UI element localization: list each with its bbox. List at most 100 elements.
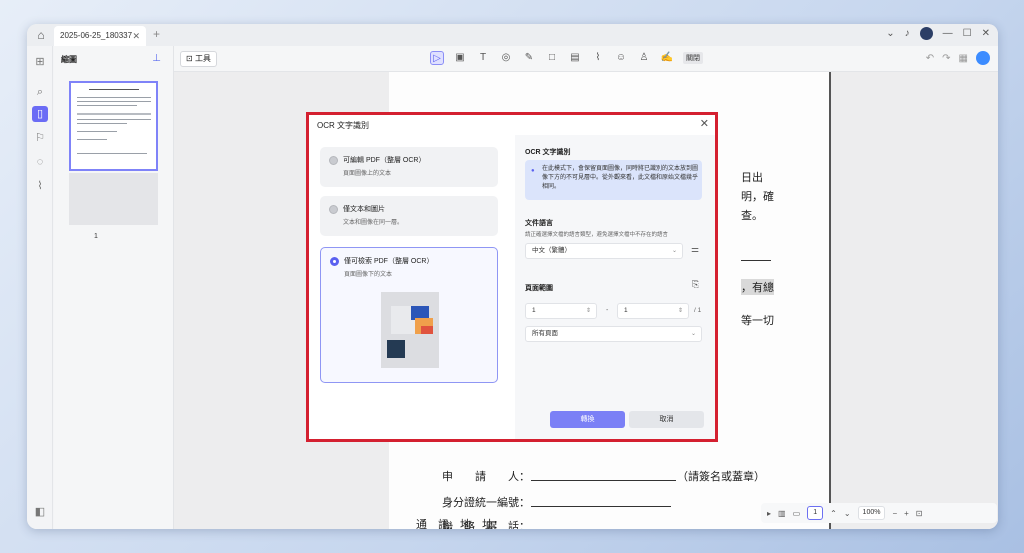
thumb-line — [77, 101, 151, 102]
page-range-icon[interactable]: ⎘ — [692, 279, 699, 290]
home-icon[interactable]: ⌂ — [33, 27, 49, 43]
stepper-icon[interactable]: ⇕ — [586, 304, 591, 318]
new-tab-button[interactable]: + — [153, 27, 160, 41]
redo-icon[interactable]: ↷ — [942, 53, 950, 64]
select-cursor-icon[interactable]: ▷ — [430, 51, 444, 65]
option-text-and-images[interactable]: 僅文本和圖片 文本和圖像在同一層。 — [320, 196, 498, 236]
language-value: 中文（繁體） — [532, 247, 571, 254]
prev-page-icon[interactable]: ⌃ — [830, 509, 837, 518]
ocr-section-title: OCR 文字識別 — [525, 149, 571, 156]
next-page-icon[interactable]: ⌄ — [844, 509, 851, 518]
bottom-nav-bar: ▸ ▥ ▭ 1 ⌃ ⌄ 100% − + ⊡ — [761, 503, 997, 523]
close-tools-button[interactable]: 關閉 — [683, 52, 703, 64]
search-icon[interactable]: ⌕ — [32, 84, 48, 100]
tools-button[interactable]: ⊡ 工具 — [180, 51, 217, 67]
pin-icon[interactable]: ⊥ — [152, 53, 161, 64]
close-icon[interactable]: ✕ — [700, 117, 709, 130]
attachment-icon[interactable]: ⌇ — [32, 178, 48, 194]
cancel-button[interactable]: 取消 — [629, 411, 704, 428]
option-title: 僅可檢索 PDF（整層 OCR） — [344, 258, 434, 265]
page-input[interactable]: 1 — [807, 506, 824, 520]
minimize-icon[interactable]: — — [943, 28, 953, 39]
info-text: 在此模式下，會保留頁面圖像，同時將已識別的文本放到圖像下方的不可見層中。從外觀來… — [542, 166, 699, 190]
pages-value: 所有頁面 — [532, 330, 558, 337]
sticker-icon[interactable]: ☺ — [614, 51, 628, 65]
highlight-icon[interactable]: ▣ — [453, 51, 467, 65]
chevron-down-icon[interactable]: ⌄ — [886, 28, 894, 39]
ocr-settings: OCR 文字識別 ● 在此模式下，會保留頁面圖像，同時將已識別的文本放到圖像下方… — [515, 135, 715, 439]
main-toolbar: ⊡ 工具 ▷ ▣ T ◎ ✎ □ ▤ ⌇ ☺ ♙ ✍ 關閉 ↶ ↷ ▦ — [174, 46, 998, 72]
signature-icon[interactable]: ✍ — [660, 51, 674, 65]
page-range-title: 頁面範圍 — [525, 285, 553, 292]
fit-page-icon[interactable]: ⊡ — [916, 509, 923, 518]
id-line — [531, 506, 671, 507]
attach-tool-icon[interactable]: ⌇ — [591, 51, 605, 65]
shape-icon[interactable]: □ — [545, 51, 559, 65]
language-select[interactable]: 中文（繁體） ⌄ — [525, 243, 683, 259]
stepper-icon[interactable]: ⇕ — [678, 304, 683, 318]
preview-red-block — [421, 326, 433, 334]
panel-toggle-icon[interactable]: ◧ — [32, 504, 48, 520]
comment-icon[interactable]: ◌ — [32, 154, 48, 170]
page-view-icon[interactable]: ▥ — [778, 509, 786, 518]
ocr-dialog: OCR 文字識別 ✕ 可編輯 PDF（整層 OCR） 頁面圖像上的文本 僅文本和… — [309, 115, 715, 439]
settings-sliders-icon[interactable]: ⚌ — [691, 244, 699, 255]
radio-icon[interactable] — [329, 205, 338, 214]
undo-icon[interactable]: ↶ — [926, 53, 934, 64]
comment-tool-icon[interactable]: ◎ — [499, 51, 513, 65]
info-icon: ● — [531, 168, 535, 174]
thumb-line — [77, 131, 117, 132]
left-rail: ⊞ ⌕ ▯ ⚐ ◌ ⌇ ◧ — [27, 46, 53, 529]
bell-icon[interactable]: ♪ — [905, 28, 910, 39]
tab-label: 2025-06-25_180337 — [60, 31, 133, 40]
preview-photo — [387, 340, 405, 358]
comment-view-icon[interactable]: ▭ — [793, 509, 801, 518]
grid-icon[interactable]: ⊞ — [32, 54, 48, 70]
page-thumbnail[interactable] — [69, 81, 158, 171]
stamp-icon[interactable]: ♙ — [637, 51, 651, 65]
stamp-area-icon[interactable]: ▤ — [568, 51, 582, 65]
close-icon[interactable]: ✕ — [132, 26, 140, 46]
option-editable-pdf[interactable]: 可編輯 PDF（整層 OCR） 頁面圖像上的文本 — [320, 147, 498, 187]
zoom-out-button[interactable]: − — [892, 509, 897, 518]
address-label: 通 訊 地 址： — [416, 518, 504, 529]
applicant-line — [531, 480, 676, 481]
thumbnail-icon[interactable]: ▯ — [32, 106, 48, 122]
play-icon[interactable]: ▸ — [767, 509, 771, 518]
avatar[interactable] — [919, 27, 933, 40]
toolbox-icon: ⊡ — [186, 54, 195, 63]
zoom-select[interactable]: 100% — [857, 506, 886, 520]
doc-fragment: 等一切 — [741, 314, 774, 327]
option-title: 可編輯 PDF（整層 OCR） — [343, 157, 426, 164]
document-tab[interactable]: 2025-06-25_180337 ✕ — [54, 26, 146, 46]
range-dash: - — [606, 307, 609, 314]
doc-fragment: ，有總 — [741, 279, 774, 295]
doc-fragment: 查。 — [741, 209, 763, 222]
pages-select[interactable]: 所有頁面 ⌄ — [525, 326, 702, 342]
option-subtitle: 文本和圖像在同一層。 — [343, 220, 404, 226]
doc-fragment: 日出 — [741, 171, 763, 184]
close-window-icon[interactable]: ✕ — [982, 28, 990, 39]
thumb-line — [77, 119, 151, 120]
option-searchable-pdf[interactable]: 僅可檢索 PDF（整層 OCR） 頁面圖像下的文本 — [320, 247, 498, 383]
panel-title: 縮圖 — [61, 55, 77, 64]
radio-selected-icon[interactable] — [330, 257, 339, 266]
thumb-heading-line — [89, 89, 139, 90]
thumb-line — [77, 123, 127, 124]
radio-icon[interactable] — [329, 156, 338, 165]
doc-underline — [741, 260, 771, 261]
ai-assistant-icon[interactable] — [976, 51, 990, 65]
text-icon[interactable]: T — [476, 51, 490, 65]
save-icon[interactable]: ▦ — [959, 53, 968, 64]
range-from-input[interactable]: 1 ⇕ — [525, 303, 597, 319]
bookmark-icon[interactable]: ⚐ — [32, 130, 48, 146]
id-label: 身分證統一編號： — [442, 496, 530, 509]
maximize-icon[interactable]: ☐ — [963, 28, 972, 39]
convert-button[interactable]: 轉換 — [550, 411, 625, 428]
pen-icon[interactable]: ✎ — [522, 51, 536, 65]
zoom-in-button[interactable]: + — [904, 509, 909, 518]
range-to-input[interactable]: 1 ⇕ — [617, 303, 689, 319]
range-from-value: 1 — [532, 307, 536, 314]
thumb-line — [77, 113, 151, 115]
range-to-value: 1 — [624, 307, 628, 314]
